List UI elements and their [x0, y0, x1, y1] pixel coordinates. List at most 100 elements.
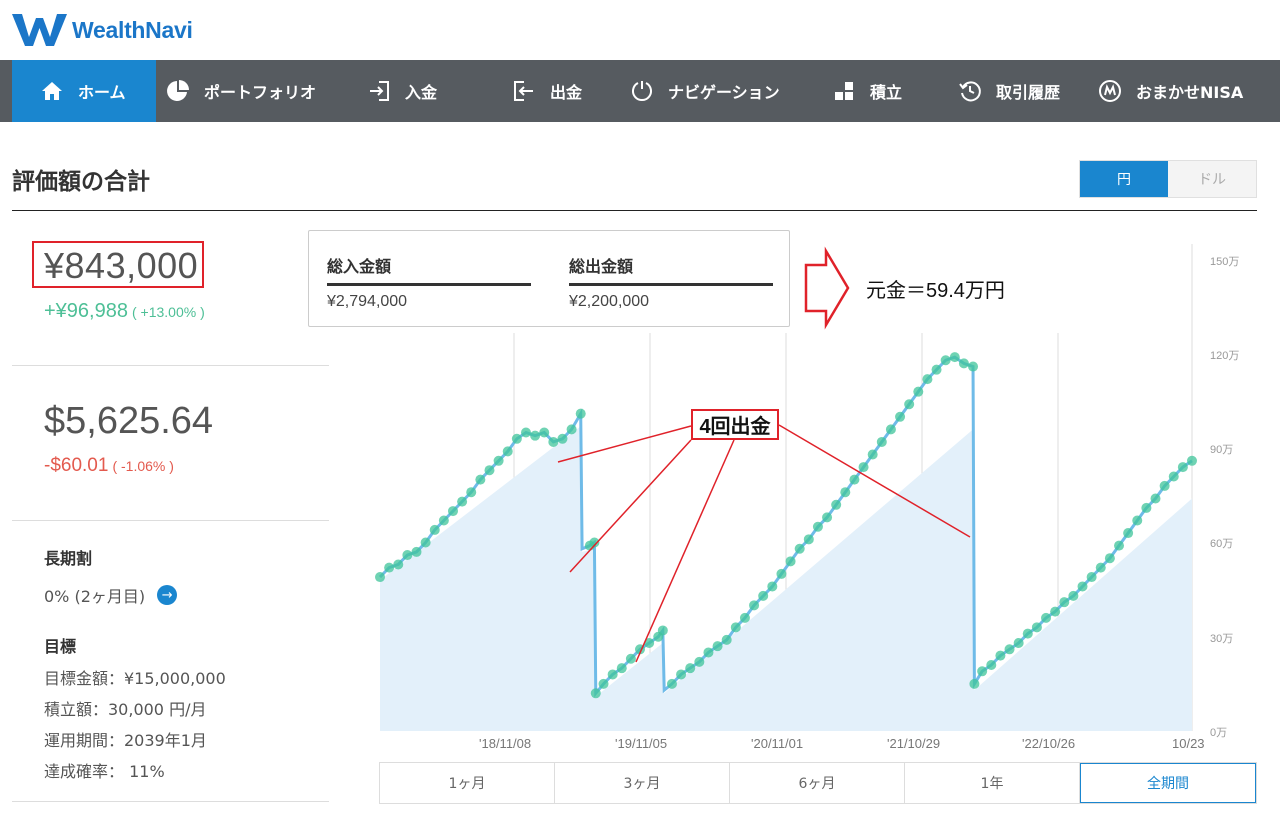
valuation-point — [1114, 540, 1125, 551]
period-tab-3m[interactable]: 3ヶ月 — [555, 763, 730, 803]
valuation-point — [566, 424, 577, 435]
valuation-point — [1086, 572, 1097, 583]
valuation-point — [885, 424, 896, 435]
valuation-point — [822, 512, 833, 523]
valuation-point — [812, 521, 823, 532]
y-tick-label: 90万 — [1210, 444, 1234, 457]
logo-text: WealthNavi — [72, 16, 193, 43]
usd-change: -$60.01( -1.06% ) — [44, 455, 174, 477]
valuation-point — [1141, 502, 1152, 513]
y-tick-label: 150万 — [1210, 255, 1240, 268]
valuation-point — [1041, 612, 1052, 623]
y-tick-label: 0万 — [1210, 727, 1228, 739]
valuation-point — [1050, 606, 1061, 617]
period-tab-1y[interactable]: 1年 — [905, 763, 1080, 803]
valuation-point — [420, 537, 431, 548]
valuation-point — [1095, 562, 1106, 573]
withdraw-pointer-line — [557, 425, 692, 463]
nav-label-withdraw: 出金 — [550, 83, 583, 102]
nav-item-withdraw[interactable]: 出金 — [512, 60, 582, 122]
currency-yen-button[interactable]: 円 — [1080, 161, 1168, 197]
x-tick-label: '18/11/08 — [479, 736, 532, 751]
nav-label-history: 取引履歴 — [996, 83, 1061, 102]
valuation-point — [1022, 628, 1033, 639]
valuation-point — [1177, 462, 1188, 473]
period-tabs: 1ヶ月 3ヶ月 6ヶ月 1年 全期間 — [379, 762, 1257, 804]
valuation-point — [411, 546, 422, 557]
valuation-point — [375, 572, 385, 583]
total-withdraw-value: ¥2,200,000 — [569, 293, 650, 310]
valuation-point — [598, 678, 609, 689]
principal-annotation: 元金＝59.4万円 — [866, 280, 1005, 302]
valuation-point — [548, 436, 559, 447]
nav-item-accumulation[interactable]: 積立 — [832, 60, 902, 122]
arrow-right-icon[interactable]: → — [157, 585, 178, 605]
valuation-point — [739, 612, 750, 623]
deposit-summary-box: 総入金額 ¥2,794,000 総出金額 ¥2,200,000 — [308, 230, 790, 327]
period-tab-6m[interactable]: 6ヶ月 — [730, 763, 905, 803]
wealthnavi-logo[interactable]: WealthNavi — [12, 12, 193, 48]
valuation-point — [590, 688, 601, 699]
valuation-point — [758, 590, 769, 601]
nav-label-nisa: おまかせNISA — [1136, 83, 1244, 102]
valuation-point — [794, 543, 805, 554]
pie-chart-icon — [166, 79, 190, 103]
nav-item-nisa[interactable]: おまかせNISA — [1098, 60, 1243, 122]
logo-mark-icon — [12, 14, 67, 46]
x-tick-label: '19/11/05 — [615, 736, 668, 751]
valuation-point — [484, 465, 495, 476]
nav-item-portfolio[interactable]: ポートフォリオ — [166, 60, 316, 122]
valuation-point — [1004, 644, 1015, 655]
valuation-point — [511, 433, 522, 444]
valuation-point — [625, 653, 636, 664]
valuation-point — [530, 430, 541, 441]
goal-period: 運用期間：2039年1月 — [44, 731, 207, 750]
nav-item-deposit[interactable]: 入金 — [367, 60, 437, 122]
valuation-point — [922, 374, 933, 385]
valuation-point — [1168, 471, 1179, 482]
x-tick-label: '20/11/01 — [751, 736, 804, 751]
long-term-discount-heading: 長期割 — [44, 549, 93, 568]
y-tick-label: 60万 — [1210, 538, 1234, 551]
y-tick-label: 120万 — [1210, 349, 1240, 362]
summary-divider — [12, 365, 329, 366]
valuation-point — [1159, 480, 1170, 491]
valuation-point — [447, 506, 458, 517]
currency-usd-button[interactable]: ドル — [1168, 161, 1256, 197]
nav-label-navigation: ナビゲーション — [668, 83, 780, 102]
goal-heading: 目標 — [44, 637, 77, 656]
principal-arrow-icon — [804, 246, 850, 330]
period-tab-all[interactable]: 全期間 — [1080, 763, 1256, 803]
valuation-point — [1132, 515, 1143, 526]
total-deposit-value: ¥2,794,000 — [327, 293, 408, 310]
nav-item-home[interactable]: ホーム — [12, 60, 156, 122]
valuation-line — [378, 355, 1193, 698]
total-withdraw-label: 総出金額 — [569, 253, 773, 286]
valuation-point — [969, 678, 980, 689]
valuation-point — [849, 474, 860, 485]
goal-monthly: 積立額：30,000 円/月 — [44, 700, 207, 719]
valuation-point — [895, 411, 906, 422]
yen-gain: +¥96,988( +13.00% ) — [44, 300, 205, 323]
goal-probability: 達成確率： 11% — [44, 762, 165, 781]
nisa-icon — [1098, 79, 1122, 103]
valuation-point — [575, 408, 586, 419]
nav-item-history[interactable]: 取引履歴 — [958, 60, 1060, 122]
valuation-point — [1150, 493, 1161, 504]
valuation-point — [986, 660, 997, 671]
nav-item-navigation[interactable]: ナビゲーション — [630, 60, 780, 122]
valuation-point — [703, 647, 714, 658]
usd-change-amount: -$60.01 — [44, 455, 109, 476]
valuation-point — [502, 446, 513, 457]
period-tab-1m[interactable]: 1ヶ月 — [380, 763, 555, 803]
valuation-point — [904, 399, 915, 410]
summary-divider — [12, 801, 329, 802]
valuation-point — [1068, 590, 1079, 601]
principal-area — [380, 426, 1192, 731]
valuation-point — [913, 386, 924, 397]
valuation-point — [653, 631, 664, 642]
withdraw-pointer-line — [635, 439, 735, 663]
x-tick-label: '22/10/26 — [1022, 736, 1076, 751]
valuation-point — [429, 524, 440, 535]
valuation-point — [730, 622, 741, 633]
